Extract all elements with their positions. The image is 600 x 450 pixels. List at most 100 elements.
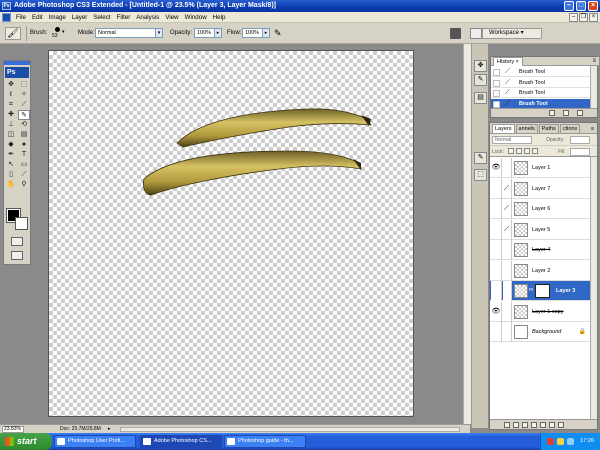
layer-row[interactable]: ⟋ Layer 6 [490,199,590,219]
background-color[interactable] [15,217,28,230]
doc-restore-button[interactable]: ❐ [579,13,588,22]
layer-opacity-input[interactable] [570,136,590,144]
workspace-menu[interactable]: Workspace ▾ [482,28,542,39]
eye-icon[interactable]: 👁 [491,301,502,322]
doc-close-button[interactable]: × [589,13,598,22]
status-menu-arrow[interactable]: ▸ [108,426,111,432]
quick-mask-icon[interactable] [11,237,23,246]
brush-tool-icon[interactable]: ✎ [18,110,30,120]
layer-row[interactable]: 👁 Layer 1 [490,158,590,178]
zoom-tool-icon[interactable]: ⚲ [18,180,30,190]
info-icon[interactable]: ▤ [474,92,487,104]
history-scrollbar[interactable] [590,66,597,110]
visibility-toggle[interactable] [491,219,502,240]
marquee-tool-icon[interactable]: ⬚ [18,80,30,90]
histogram-icon[interactable]: ✎ [474,74,487,86]
tool-preset-picker[interactable]: 🖌 [5,27,21,40]
menu-select[interactable]: Select [90,12,113,23]
menu-layer[interactable]: Layer [69,12,90,23]
visibility-toggle[interactable] [491,281,502,301]
pen-tool-icon[interactable]: ✒ [5,150,17,160]
notes-tool-icon[interactable]: ▯ [5,170,17,180]
magic-wand-icon[interactable]: ✧ [18,90,30,100]
tab-layers[interactable]: Layers [492,124,515,133]
new-group-icon[interactable] [540,421,546,428]
adjustment-layer-icon[interactable] [531,421,537,428]
add-mask-icon[interactable] [522,421,528,428]
flow-input[interactable]: 100% ▸ [242,28,270,38]
layer-row[interactable]: 👁 Layer 1 copy [490,301,590,322]
taskbar-button[interactable]: Photoshop guide - th... [224,435,306,448]
trash-icon[interactable] [558,421,564,428]
color-swatches[interactable] [6,208,29,230]
history-source-checkbox[interactable] [493,79,500,87]
chain-link-icon[interactable]: ∞ [529,287,533,293]
start-button[interactable]: start [0,433,52,450]
lock-pixels-icon[interactable] [516,148,522,154]
minimize-button[interactable]: – [564,1,574,11]
fill-input[interactable] [570,148,590,156]
toolbox-grip[interactable] [4,61,30,65]
new-layer-icon[interactable] [549,421,555,428]
layer-link-slot[interactable] [503,260,512,281]
menu-view[interactable]: View [162,12,181,23]
maximize-button[interactable]: □ [576,1,586,11]
tray-volume-icon[interactable] [557,438,564,445]
airbrush-icon[interactable]: ✎ [274,28,285,39]
link-layers-icon[interactable] [504,421,510,428]
brush-picker[interactable]: 53 ▾ [52,27,66,40]
snapshot-doc-icon[interactable] [549,110,555,116]
layer-link-slot[interactable] [503,158,512,178]
history-brush-icon[interactable]: ⟲ [18,120,30,130]
history-source-checkbox[interactable] [493,90,500,97]
visibility-toggle[interactable] [491,260,502,281]
visibility-toggle[interactable] [491,322,502,342]
path-select-icon[interactable]: ↖ [5,160,17,170]
opacity-input[interactable]: 100% ▸ [194,28,222,38]
gradient-tool-icon[interactable]: ▤ [18,130,30,140]
close-button[interactable]: × [588,1,598,11]
history-item[interactable]: ⟋ Brush Tool [491,67,591,77]
screen-mode-icon[interactable] [11,251,23,260]
tab-paths[interactable]: Paths [538,124,559,133]
document-icon[interactable] [2,13,11,22]
menu-help[interactable]: Help [210,12,229,23]
eye-icon[interactable]: 👁 [491,158,502,178]
horizontal-scrollbar[interactable] [120,427,460,432]
palette-well-icon[interactable] [470,28,482,39]
lock-transparency-icon[interactable] [508,148,514,154]
trash-icon[interactable] [577,110,583,116]
tab-channels[interactable]: annels [515,124,538,133]
menu-analysis[interactable]: Analysis [133,12,162,23]
layer-row[interactable]: ⟋ ∞ Layer 3 [490,281,590,301]
menu-image[interactable]: Image [46,12,69,23]
layer-row[interactable]: Layer 2 [490,260,590,281]
shape-tool-icon[interactable]: ▭ [18,160,30,170]
taskbar-button[interactable]: Adobe Photoshop CS... [140,435,222,448]
tray-shield-icon[interactable] [547,438,554,445]
tray-network-icon[interactable] [567,438,574,445]
slice-tool-icon[interactable]: ⟋ [18,100,30,110]
layer-row[interactable]: ⟋ Layer 7 [490,178,590,199]
blur-tool-icon[interactable]: ◆ [5,140,17,150]
toolbox-logo[interactable]: Ps [5,67,29,78]
history-item[interactable]: ⟋ Brush Tool [491,88,591,98]
stamp-tool-icon[interactable]: ⊥ [5,120,17,130]
layer-link-slot[interactable] [503,322,512,342]
panel-menu-icon[interactable]: ≡ [592,57,596,65]
menu-edit[interactable]: Edit [29,12,46,23]
hand-tool-icon[interactable]: ✋ [5,180,17,190]
panel-menu-icon[interactable]: ≡ [589,125,597,133]
taskbar-button[interactable]: Photoshop User Profi... [54,435,136,448]
layer-row[interactable]: Layer 4 [490,240,590,260]
layer-style-icon[interactable] [513,421,519,428]
lock-all-icon[interactable] [532,148,538,154]
healing-brush-icon[interactable]: ✚ [5,110,17,120]
zoom-field[interactable]: 23.83% [2,426,24,433]
visibility-toggle[interactable] [491,199,502,219]
dodge-tool-icon[interactable]: ● [18,140,30,150]
history-source-checkbox[interactable] [493,100,500,108]
history-item[interactable]: ⟋ Brush Tool [491,78,591,88]
layer-mask-thumbnail[interactable] [535,284,550,298]
doc-minimize-button[interactable]: – [569,13,578,22]
